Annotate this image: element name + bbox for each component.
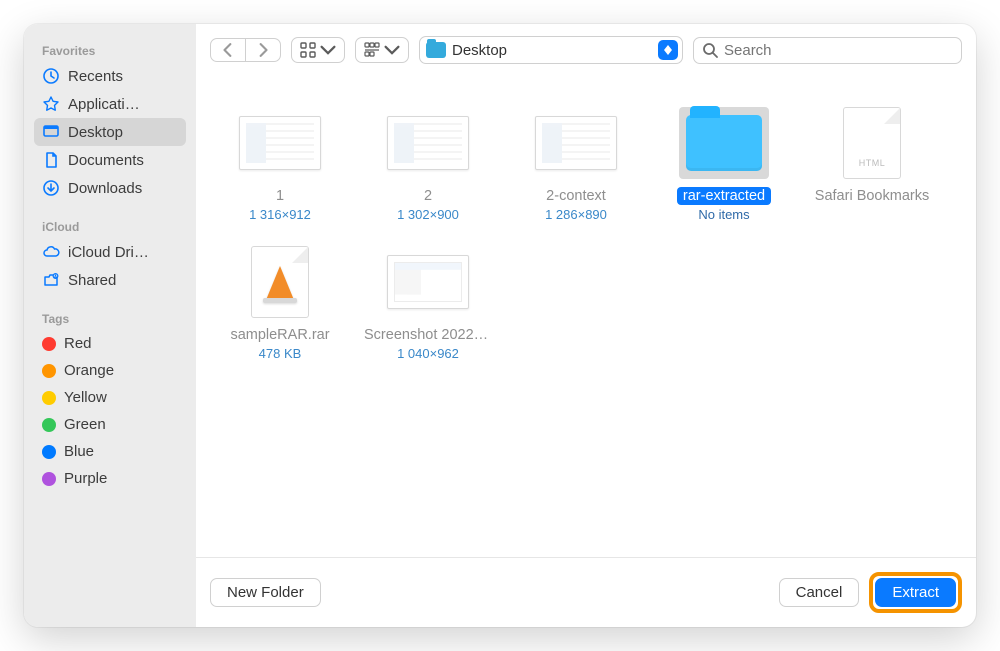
forward-button[interactable]: [245, 39, 280, 61]
group-icon: [364, 42, 380, 58]
file-subtitle: No items: [698, 207, 749, 222]
file-subtitle: 1 302×900: [397, 207, 459, 222]
view-mode-icon-button[interactable]: [291, 37, 345, 63]
sidebar-item-label: Green: [64, 416, 106, 433]
sidebar-section-title: iCloud: [34, 214, 186, 238]
file-item[interactable]: rar-extracted No items: [650, 107, 798, 222]
file-thumbnail: [383, 107, 473, 179]
main-pane: Desktop 1 1 316×912 2 1 302×900 2-context 1 2…: [196, 24, 976, 627]
search-field[interactable]: [693, 37, 962, 64]
sidebar-item-label: iCloud Dri…: [68, 244, 149, 261]
nav-back-forward: [210, 38, 281, 62]
applications-icon: [42, 95, 60, 113]
file-item[interactable]: 2-context 1 286×890: [502, 107, 650, 222]
tag-dot-icon: [42, 418, 56, 432]
file-name: rar-extracted: [677, 187, 771, 205]
file-name: Safari Bookmarks: [809, 187, 935, 205]
extract-button-highlight: Extract: [869, 572, 962, 613]
toolbar: Desktop: [196, 24, 976, 77]
file-name: Screenshot 2022-11…16.15.28: [358, 326, 498, 344]
cancel-button[interactable]: Cancel: [779, 578, 860, 607]
file-item[interactable]: Screenshot 2022-11…16.15.28 1 040×962: [354, 246, 502, 361]
sidebar-item-orange[interactable]: Orange: [34, 357, 186, 384]
file-thumbnail: [679, 107, 769, 179]
file-subtitle: 478 KB: [259, 346, 302, 361]
file-item[interactable]: 1 1 316×912: [206, 107, 354, 222]
sidebar-item-label: Blue: [64, 443, 94, 460]
sidebar-section-title: Favorites: [34, 38, 186, 62]
shared-icon: [42, 271, 60, 289]
tag-dot-icon: [42, 391, 56, 405]
sidebar-section-title: Tags: [34, 306, 186, 330]
sidebar-item-yellow[interactable]: Yellow: [34, 384, 186, 411]
tag-dot-icon: [42, 337, 56, 351]
sidebar-item-blue[interactable]: Blue: [34, 438, 186, 465]
sidebar-item-label: Red: [64, 335, 92, 352]
file-name: sampleRAR.rar: [224, 326, 335, 344]
sidebar-item-documents[interactable]: Documents: [34, 146, 186, 174]
file-subtitle: 1 040×962: [397, 346, 459, 361]
location-label: Desktop: [452, 42, 652, 59]
file-name: 2: [418, 187, 438, 205]
back-button[interactable]: [211, 39, 245, 61]
recents-icon: [42, 67, 60, 85]
sidebar-item-label: Orange: [64, 362, 114, 379]
file-thumbnail: HTML: [827, 107, 917, 179]
bottom-bar: New Folder Cancel Extract: [196, 557, 976, 627]
sidebar-item-label: Recents: [68, 68, 123, 85]
file-subtitle: 1 316×912: [249, 207, 311, 222]
sidebar-item-applicati-[interactable]: Applicati…: [34, 90, 186, 118]
sidebar-item-label: Yellow: [64, 389, 107, 406]
desktop-icon: [42, 123, 60, 141]
updown-icon: [658, 40, 678, 60]
chevron-down-icon: [384, 42, 400, 58]
search-icon: [702, 42, 718, 58]
sidebar: Favorites Recents Applicati… Desktop Documen…: [24, 24, 196, 627]
sidebar-item-icloud-dri-[interactable]: iCloud Dri…: [34, 238, 186, 266]
sidebar-item-shared[interactable]: Shared: [34, 266, 186, 294]
tag-dot-icon: [42, 472, 56, 486]
file-grid[interactable]: 1 1 316×912 2 1 302×900 2-context 1 286×890 ra…: [196, 77, 976, 557]
file-name: 2-context: [540, 187, 612, 205]
sidebar-item-green[interactable]: Green: [34, 411, 186, 438]
search-input[interactable]: [724, 42, 953, 59]
sidebar-item-label: Desktop: [68, 124, 123, 141]
grid-icon: [300, 42, 316, 58]
chevron-down-icon: [320, 42, 336, 58]
documents-icon: [42, 151, 60, 169]
sidebar-item-label: Documents: [68, 152, 144, 169]
file-item[interactable]: HTML Safari Bookmarks: [798, 107, 946, 222]
sidebar-item-label: Applicati…: [68, 96, 140, 113]
file-item[interactable]: sampleRAR.rar 478 KB: [206, 246, 354, 361]
save-dialog: Favorites Recents Applicati… Desktop Documen…: [24, 24, 976, 627]
file-thumbnail: [235, 107, 325, 179]
group-by-button[interactable]: [355, 37, 409, 63]
sidebar-item-label: Downloads: [68, 180, 142, 197]
sidebar-item-recents[interactable]: Recents: [34, 62, 186, 90]
folder-icon: [426, 42, 446, 58]
file-thumbnail: [235, 246, 325, 318]
file-thumbnail: [383, 246, 473, 318]
tag-dot-icon: [42, 445, 56, 459]
extract-button[interactable]: Extract: [875, 578, 956, 607]
icloud-icon: [42, 243, 60, 261]
tag-dot-icon: [42, 364, 56, 378]
sidebar-item-label: Purple: [64, 470, 107, 487]
sidebar-item-downloads[interactable]: Downloads: [34, 174, 186, 202]
location-popup[interactable]: Desktop: [419, 36, 683, 64]
downloads-icon: [42, 179, 60, 197]
file-item[interactable]: 2 1 302×900: [354, 107, 502, 222]
new-folder-button[interactable]: New Folder: [210, 578, 321, 607]
sidebar-item-purple[interactable]: Purple: [34, 465, 186, 492]
file-name: 1: [270, 187, 290, 205]
sidebar-item-label: Shared: [68, 272, 116, 289]
file-subtitle: 1 286×890: [545, 207, 607, 222]
sidebar-item-desktop[interactable]: Desktop: [34, 118, 186, 146]
sidebar-item-red[interactable]: Red: [34, 330, 186, 357]
file-thumbnail: [531, 107, 621, 179]
